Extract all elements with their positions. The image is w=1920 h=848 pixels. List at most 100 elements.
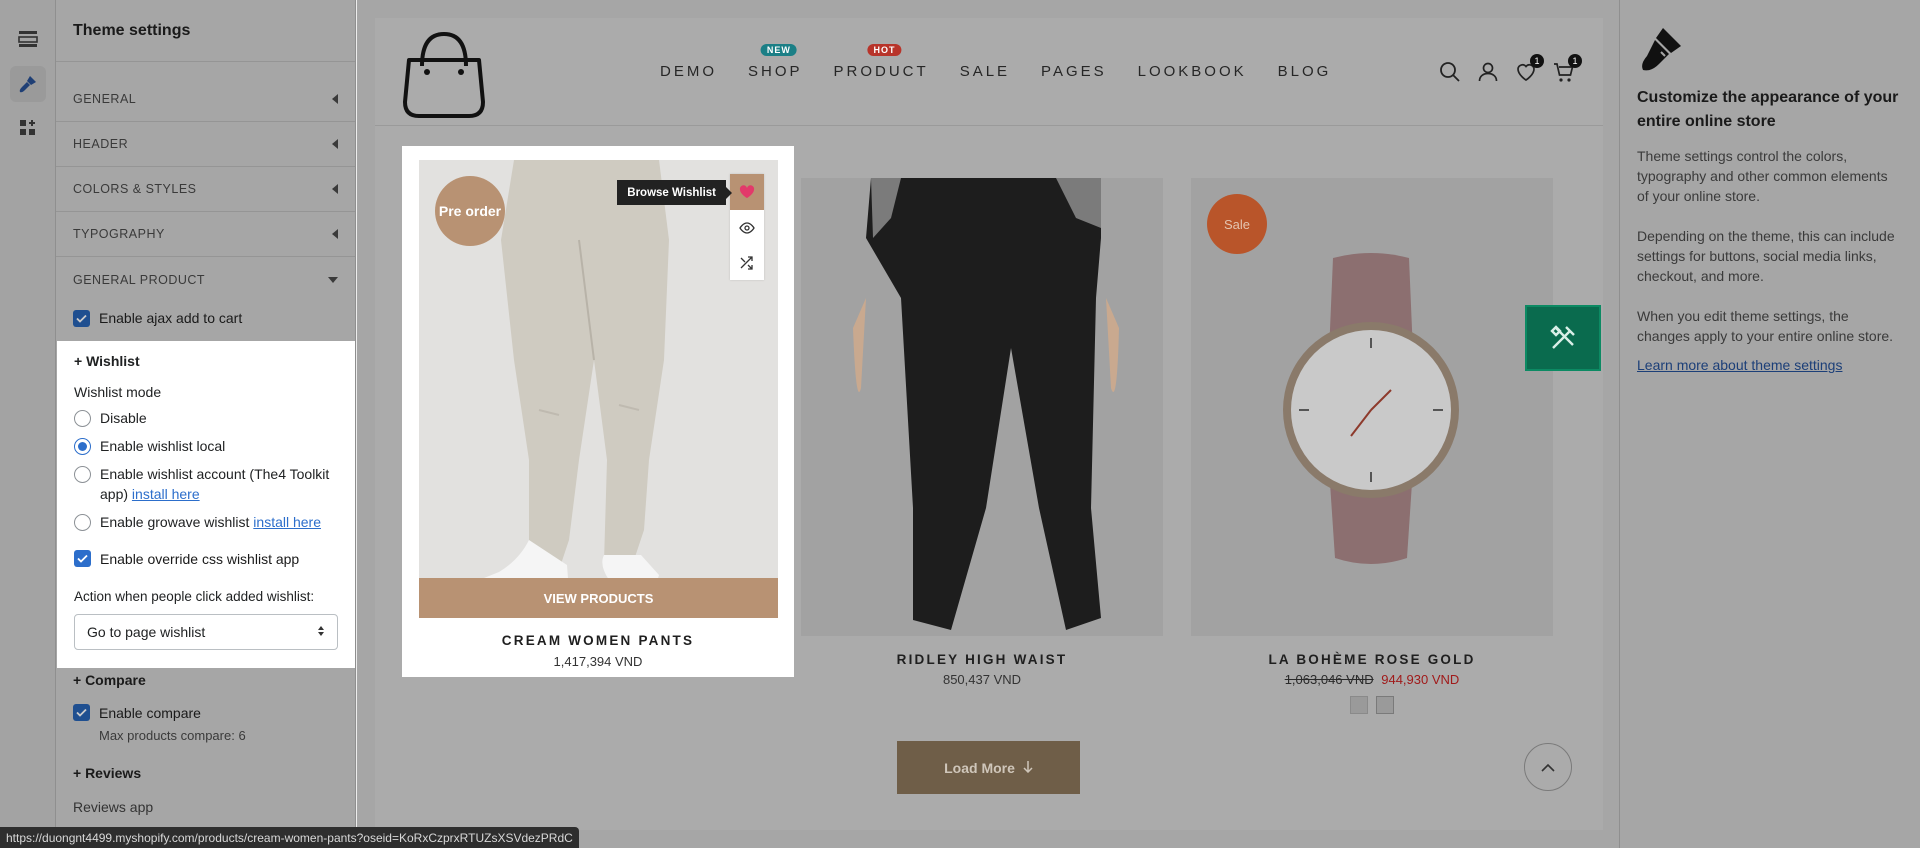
radio-on-icon — [74, 438, 91, 455]
editor-icon-rail — [0, 0, 56, 848]
main-nav: DEMO NEW SHOP HOT PRODUCT SALE PAGES LOOKB… — [660, 44, 1362, 80]
caret-down-icon — [328, 276, 338, 283]
radio-enable-growave-wishlist[interactable]: Enable growave wishlist install here — [74, 512, 338, 532]
panel-title: Theme settings — [56, 0, 355, 62]
back-to-top-button[interactable] — [1524, 743, 1572, 791]
status-bar-url: https://duongnt4499.myshopify.com/produc… — [0, 827, 579, 848]
max-compare-help: Max products compare: 6 — [99, 728, 246, 743]
theme-settings-brush-icon[interactable] — [10, 66, 46, 102]
checkbox-checked-icon — [73, 704, 90, 721]
checkbox-label: Enable ajax add to cart — [99, 310, 243, 326]
nav-lookbook[interactable]: LOOKBOOK — [1138, 63, 1247, 80]
enable-compare-checkbox[interactable]: Enable compare — [56, 704, 355, 721]
wishlist-settings-highlight: + Wishlist Wishlist mode Disable Enable … — [57, 341, 355, 668]
ajax-add-to-cart-checkbox[interactable]: Enable ajax add to cart — [56, 304, 355, 332]
info-panel: Customize the appearance of your entire … — [1619, 0, 1920, 848]
load-more-button[interactable]: Load More — [897, 741, 1080, 794]
tooltip-text: Browse Wishlist — [627, 186, 716, 199]
nav-blog[interactable]: BLOG — [1278, 63, 1332, 80]
section-general-product[interactable]: GENERAL PRODUCT — [56, 257, 355, 302]
swatch-up-down-icon[interactable] — [1350, 696, 1368, 714]
compare-group: + Compare Enable compare Max products co… — [56, 672, 355, 815]
checkbox-label: Enable override css wishlist app — [100, 550, 300, 567]
radio-label: Disable — [100, 410, 147, 426]
section-colors-styles[interactable]: COLORS & STYLES — [56, 167, 355, 212]
product-name[interactable]: CREAM WOMEN PANTS — [402, 633, 794, 648]
nav-shop[interactable]: NEW SHOP — [748, 44, 803, 80]
section-general[interactable]: GENERAL — [56, 77, 355, 122]
compare-shuffle-icon[interactable] — [730, 245, 764, 280]
reviews-app-label: Reviews app — [73, 799, 154, 815]
product-card[interactable]: RIDLEY HIGH WAIST 850,437 VND — [801, 178, 1163, 687]
tools-icon[interactable] — [1525, 305, 1601, 371]
browse-wishlist-tooltip: Browse Wishlist — [617, 180, 732, 205]
pre-order-badge: Pre order — [435, 176, 505, 246]
product-name[interactable]: LA BOHÈME ROSE GOLD — [1191, 652, 1553, 667]
section-label: TYPOGRAPHY — [73, 227, 165, 241]
search-icon[interactable] — [1438, 60, 1462, 84]
section-label: COLORS & STYLES — [73, 182, 197, 196]
section-header[interactable]: HEADER — [56, 122, 355, 167]
quick-view-eye-icon[interactable] — [730, 210, 764, 245]
new-badge: NEW — [760, 44, 797, 56]
install-here-link[interactable]: install here — [253, 514, 321, 530]
override-css-wishlist-checkbox[interactable]: Enable override css wishlist app — [74, 550, 338, 567]
caret-left-icon — [332, 139, 338, 149]
caret-left-icon — [332, 229, 338, 239]
account-icon[interactable] — [1476, 60, 1500, 84]
product-price: 850,437 VND — [942, 672, 1022, 687]
checkbox-checked-icon — [74, 550, 91, 567]
nav-label: PAGES — [1041, 63, 1107, 80]
wishlist-action-select[interactable]: Go to page wishlist — [74, 614, 338, 650]
nav-label: SHOP — [748, 63, 803, 80]
view-products-button[interactable]: VIEW PRODUCTS — [419, 578, 778, 618]
nav-pages[interactable]: PAGES — [1041, 63, 1107, 80]
radio-off-icon — [74, 410, 91, 427]
product-image[interactable]: Sale — [1191, 178, 1553, 636]
nav-product[interactable]: HOT PRODUCT — [833, 44, 929, 80]
radio-enable-wishlist-local[interactable]: Enable wishlist local — [74, 436, 338, 456]
radio-label: Enable wishlist local — [100, 438, 226, 454]
highlighted-product-card[interactable]: Pre order Browse Wishlist VIEW PRODUCTS … — [402, 146, 794, 677]
radio-label: Enable growave wishlist — [100, 514, 250, 530]
chevron-up-icon — [1541, 763, 1555, 772]
product-image[interactable] — [801, 178, 1163, 636]
install-here-link[interactable]: install here — [132, 486, 200, 502]
nav-label: LOOKBOOK — [1137, 63, 1247, 80]
nav-label: PRODUCT — [833, 63, 929, 80]
caret-left-icon — [332, 94, 338, 104]
product-name[interactable]: RIDLEY HIGH WAIST — [801, 652, 1163, 667]
wishlist-title: + Wishlist — [74, 353, 140, 369]
paint-brush-icon — [1637, 26, 1685, 79]
hot-badge: HOT — [867, 44, 902, 56]
section-typography[interactable]: TYPOGRAPHY — [56, 212, 355, 257]
cart-icon[interactable]: 1 — [1552, 54, 1582, 84]
nav-demo[interactable]: DEMO — [660, 63, 717, 80]
apps-icon[interactable] — [10, 110, 46, 146]
info-paragraph: Theme settings control the colors, typog… — [1637, 148, 1888, 204]
learn-more-link[interactable]: Learn more about theme settings — [1637, 357, 1903, 373]
swatch-up-down-icon[interactable] — [1376, 696, 1394, 714]
shopping-bag-logo-icon[interactable] — [397, 26, 491, 125]
store-header: DEMO NEW SHOP HOT PRODUCT SALE PAGES LOOKB… — [375, 18, 1603, 126]
radio-off-icon — [74, 466, 91, 483]
product-image[interactable]: Pre order Browse Wishlist VIEW PRODUCTS — [419, 160, 778, 618]
reviews-title: + Reviews — [73, 765, 142, 781]
product-card[interactable]: Sale LA BOHÈME ROSE GOLD 1,063,046 VND 9… — [1191, 178, 1553, 714]
radio-enable-wishlist-account[interactable]: Enable wishlist account (The4 Toolkit ap… — [74, 464, 338, 504]
product-action-stack — [730, 174, 764, 280]
select-updown-icon — [317, 624, 325, 640]
wishlist-heart-icon[interactable] — [730, 174, 764, 210]
radio-disable[interactable]: Disable — [74, 408, 338, 428]
nav-sale[interactable]: SALE — [960, 63, 1010, 80]
sections-icon[interactable] — [10, 21, 46, 57]
swatch-row — [1191, 696, 1553, 714]
wishlist-mode-label: Wishlist mode — [74, 384, 162, 400]
wishlist-heart-icon[interactable]: 1 — [1514, 54, 1544, 84]
watch-image — [1283, 253, 1459, 564]
header-icons: 1 1 — [1438, 54, 1582, 84]
info-paragraph: When you edit theme settings, the change… — [1637, 308, 1894, 344]
select-value: Go to page wishlist — [87, 624, 206, 640]
checkbox-label: Enable compare — [99, 704, 201, 721]
cart-count-badge: 1 — [1568, 54, 1582, 68]
